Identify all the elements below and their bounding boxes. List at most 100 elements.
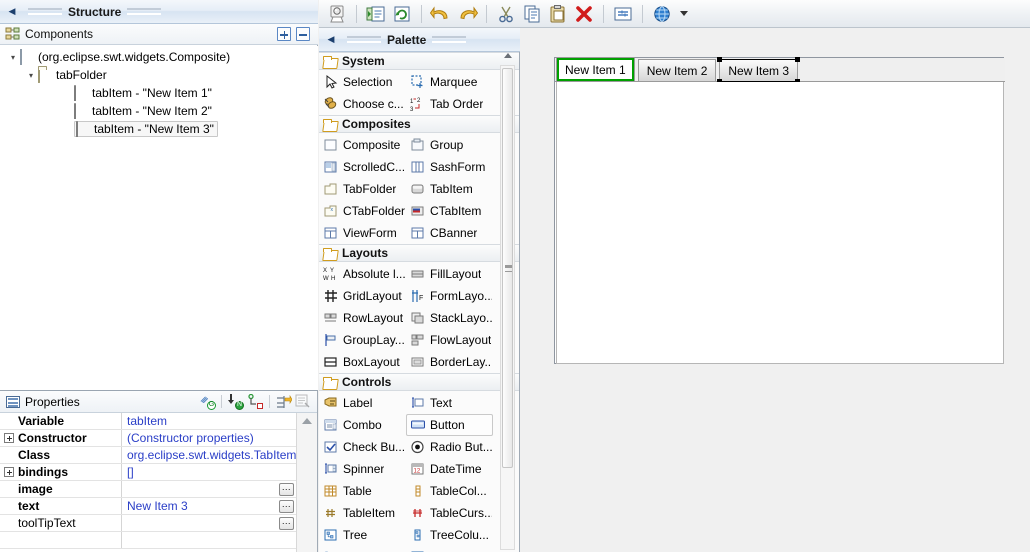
palette-item-datetime[interactable]: 12 DateTime bbox=[406, 458, 493, 480]
collapse-left-icon[interactable]: ◀ bbox=[325, 34, 337, 46]
palette-item-table[interactable]: Table bbox=[319, 480, 406, 502]
show-advanced-properties-icon[interactable]: G bbox=[199, 394, 216, 410]
expand-all-button[interactable] bbox=[277, 27, 291, 41]
palette-item-tab-order[interactable]: 123 Tab Order bbox=[406, 93, 493, 115]
undo-icon[interactable] bbox=[429, 3, 453, 25]
restore-default-value-icon[interactable] bbox=[275, 394, 293, 410]
collapse-all-button[interactable] bbox=[296, 27, 310, 41]
structure-view-tab[interactable]: ◀ Structure bbox=[0, 0, 318, 24]
palette-item-rowlayout[interactable]: RowLayout bbox=[319, 307, 406, 329]
tab-new-item-1[interactable]: New Item 1 bbox=[556, 57, 635, 81]
table-row[interactable]: image ⋯ bbox=[0, 481, 296, 498]
palette-item-filllayout[interactable]: FillLayout bbox=[406, 263, 493, 285]
table-row[interactable]: bindings [] bbox=[0, 464, 296, 481]
tree-item-tabitem-2[interactable]: tabItem - "New Item 2" bbox=[0, 102, 318, 120]
palette-item-text[interactable]: Text bbox=[406, 392, 493, 414]
property-value[interactable]: ⋯ bbox=[122, 481, 296, 497]
resize-handle-top-left[interactable] bbox=[717, 57, 723, 62]
palette-item-cbanner[interactable]: CBanner bbox=[406, 222, 493, 244]
palette-category-system[interactable]: System bbox=[319, 52, 519, 70]
palette-item-ctabitem[interactable]: CTabItem bbox=[406, 200, 493, 222]
palette-item-formlayout[interactable]: F FormLayo... bbox=[406, 285, 493, 307]
property-value[interactable]: tabItem bbox=[122, 413, 296, 429]
palette-item-tableitem[interactable]: TableItem bbox=[319, 502, 406, 524]
palette-item-check-button[interactable]: Check Bu... bbox=[319, 436, 406, 458]
palette-category-controls[interactable]: Controls bbox=[319, 373, 519, 391]
test-preview-icon[interactable] bbox=[325, 3, 349, 25]
palette-item-absolute-layout[interactable]: XYWH Absolute l... bbox=[319, 263, 406, 285]
scrollbar-thumb[interactable] bbox=[502, 68, 513, 468]
palette-item-list[interactable]: List bbox=[406, 546, 493, 552]
palette-item-combo[interactable]: Combo bbox=[319, 414, 406, 436]
palette-item-choose-component[interactable]: Choose c... bbox=[319, 93, 406, 115]
palette-item-selection[interactable]: Selection bbox=[319, 71, 406, 93]
scrollbar-track[interactable] bbox=[500, 65, 515, 550]
palette-item-label[interactable]: Label bbox=[319, 392, 406, 414]
expand-icon[interactable] bbox=[4, 433, 14, 443]
properties-table[interactable]: Variable tabItem Constructor (Constructo… bbox=[0, 413, 317, 552]
property-value[interactable]: ⋯ bbox=[122, 515, 296, 531]
palette-item-boxlayout[interactable]: BoxLayout bbox=[319, 351, 406, 373]
open-source-icon[interactable] bbox=[364, 3, 388, 25]
palette-item-tabfolder[interactable]: TabFolder bbox=[319, 178, 406, 200]
palette-item-gridlayout[interactable]: GridLayout bbox=[319, 285, 406, 307]
edit-tooltiptext-button[interactable]: ⋯ bbox=[279, 516, 294, 530]
refresh-icon[interactable] bbox=[390, 3, 414, 25]
property-value[interactable]: org.eclipse.swt.widgets.TabItem bbox=[122, 447, 296, 463]
scroll-up-icon[interactable] bbox=[302, 418, 312, 424]
palette-item-stacklayout[interactable]: StackLayo... bbox=[406, 307, 493, 329]
show-property-page-icon[interactable] bbox=[295, 394, 312, 410]
edit-text-button[interactable]: ⋯ bbox=[279, 499, 294, 513]
palette-item-treecolumn[interactable]: TreeColu... bbox=[406, 524, 493, 546]
chevron-down-icon[interactable] bbox=[676, 4, 692, 24]
palette-item-group[interactable]: Group bbox=[406, 134, 493, 156]
tabfolder-content-area[interactable] bbox=[556, 82, 1004, 364]
delete-icon[interactable] bbox=[572, 3, 596, 25]
copy-icon[interactable] bbox=[520, 3, 544, 25]
resize-handle-top-right[interactable] bbox=[795, 57, 801, 62]
expand-twisty-icon[interactable]: ▾ bbox=[24, 68, 38, 82]
table-row[interactable]: Class org.eclipse.swt.widgets.TabItem bbox=[0, 447, 296, 464]
external-browser-icon[interactable] bbox=[650, 3, 674, 25]
redo-icon[interactable] bbox=[455, 3, 479, 25]
edit-image-button[interactable]: ⋯ bbox=[279, 482, 294, 496]
palette-item-grouplayout[interactable]: GroupLay... bbox=[319, 329, 406, 351]
expand-twisty-icon[interactable]: ▾ bbox=[6, 50, 20, 64]
palette-item-tabitem[interactable]: TabItem bbox=[406, 178, 493, 200]
cut-icon[interactable] bbox=[494, 3, 518, 25]
tree-item-tabitem-1[interactable]: tabItem - "New Item 1" bbox=[0, 84, 318, 102]
table-row[interactable]: Constructor (Constructor properties) bbox=[0, 430, 296, 447]
collapse-left-icon[interactable]: ◀ bbox=[6, 6, 18, 18]
palette-item-borderlayout[interactable]: BorderLay... bbox=[406, 351, 493, 373]
show-events-icon[interactable] bbox=[247, 393, 264, 410]
palette-item-sashform[interactable]: SashForm bbox=[406, 156, 493, 178]
palette-item-scrolledcomposite[interactable]: ScrolledC... bbox=[319, 156, 406, 178]
design-surface[interactable]: New Item 1 New Item 2 New Item 3 bbox=[554, 57, 1005, 364]
tree-item-tabitem-3[interactable]: tabItem - "New Item 3" bbox=[0, 120, 318, 138]
design-canvas[interactable]: New Item 1 New Item 2 New Item 3 bbox=[521, 28, 1030, 552]
palette-item-composite[interactable]: Composite bbox=[319, 134, 406, 156]
palette-item-ctabfolder[interactable]: x CTabFolder bbox=[319, 200, 406, 222]
palette-item-viewform[interactable]: ViewForm bbox=[319, 222, 406, 244]
palette-scrollbar[interactable] bbox=[500, 48, 515, 550]
properties-scrollbar[interactable] bbox=[296, 413, 317, 552]
palette-item-tablecursor[interactable]: TableCurs... bbox=[406, 502, 493, 524]
goto-definition-icon[interactable]: N bbox=[227, 393, 244, 410]
table-row[interactable]: toolTipText ⋯ bbox=[0, 515, 296, 532]
palette-item-flowlayout[interactable]: FlowLayout bbox=[406, 329, 493, 351]
palette-item-tree[interactable]: Tree bbox=[319, 524, 406, 546]
palette-item-treeitem[interactable]: TreeItem bbox=[319, 546, 406, 552]
paste-icon[interactable] bbox=[546, 3, 570, 25]
palette-category-layouts[interactable]: Layouts bbox=[319, 244, 519, 262]
property-value[interactable]: (Constructor properties) bbox=[122, 430, 296, 446]
palette-item-spinner[interactable]: Spinner bbox=[319, 458, 406, 480]
palette-view-tab[interactable]: ◀ Palette bbox=[319, 28, 520, 52]
palette-item-marquee[interactable]: Marquee bbox=[406, 71, 493, 93]
properties-icon[interactable] bbox=[611, 3, 635, 25]
palette-item-radio-button[interactable]: Radio But... bbox=[406, 436, 493, 458]
expand-icon[interactable] bbox=[4, 467, 14, 477]
palette-category-composites[interactable]: Composites bbox=[319, 115, 519, 133]
tab-new-item-3[interactable]: New Item 3 bbox=[717, 57, 801, 84]
tab-new-item-2[interactable]: New Item 2 bbox=[637, 59, 717, 81]
tree-item-tabfolder[interactable]: ▾ tabFolder bbox=[0, 66, 318, 84]
